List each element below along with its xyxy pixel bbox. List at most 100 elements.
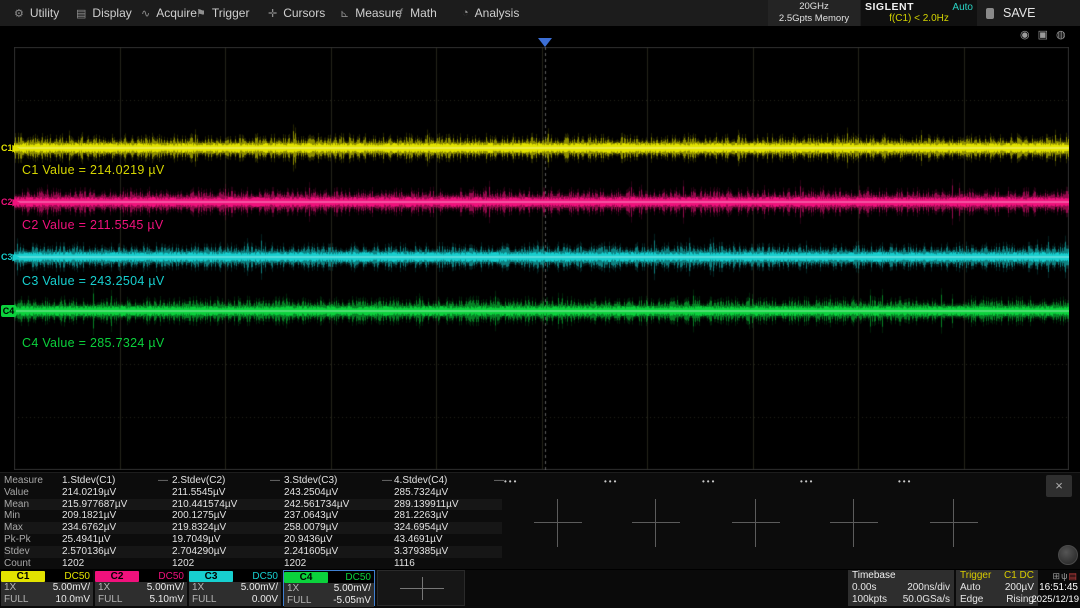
measure-slot-dots-5[interactable]: ••• bbox=[898, 477, 912, 486]
clock-time: 16:51:45 bbox=[1020, 582, 1080, 594]
timebase-label: Timebase bbox=[852, 570, 896, 582]
pkpk-c2: 19.7049µV bbox=[172, 534, 284, 546]
menu-math-label: Math bbox=[410, 6, 437, 20]
collapse-measure-2[interactable]: — bbox=[270, 475, 280, 487]
waveform-graticule bbox=[14, 47, 1069, 470]
menu-math[interactable]: ƒ Math bbox=[398, 0, 437, 26]
pkpk-c3: 20.9436µV bbox=[284, 534, 394, 546]
c3-offset: 0.00V bbox=[252, 594, 278, 606]
min-c3: 237.0643µV bbox=[284, 510, 394, 522]
measure-table: Measure 1.Stdev(C1) 2.Stdev(C2) 3.Stdev(… bbox=[4, 475, 502, 569]
measure-col-header-c3[interactable]: 3.Stdev(C3) bbox=[284, 475, 394, 487]
menu-measure[interactable]: ⊾ Measure bbox=[340, 0, 402, 26]
c2-bandwidth-limit: FULL bbox=[98, 594, 122, 606]
c3-coupling: DC50 bbox=[252, 571, 281, 582]
trigger-status-panel[interactable]: SIGLENT Auto f(C1) < 2.0Hz bbox=[861, 0, 977, 26]
menu-display[interactable]: ▤ Display bbox=[76, 0, 132, 26]
row-label-min: Min bbox=[4, 510, 62, 522]
c3-value-readout: C3 Value = 243.2504 µV bbox=[22, 274, 165, 288]
save-button[interactable]: SAVE bbox=[986, 0, 1035, 26]
camera-icon[interactable]: ◉ bbox=[1020, 28, 1030, 41]
measure-col-header-c1[interactable]: 1.Stdev(C1) bbox=[62, 475, 172, 487]
menu-utility[interactable]: ⚙ Utility bbox=[14, 0, 59, 26]
save-label: SAVE bbox=[1003, 6, 1035, 20]
top-menu-bar: ⚙ Utility ▤ Display ∿ Acquire ⚑ Trigger … bbox=[0, 0, 1080, 27]
measure-col-header-c4[interactable]: 4.Stdev(C4) bbox=[394, 475, 502, 487]
menu-acquire[interactable]: ∿ Acquire bbox=[141, 0, 197, 26]
c1-attenuation: 1X bbox=[4, 582, 16, 594]
count-c2: 1202 bbox=[172, 558, 284, 570]
add-measurement-button-1[interactable] bbox=[534, 499, 582, 547]
channel-box-c3[interactable]: C3 DC50 1X5.00mV/ FULL0.00V bbox=[189, 570, 281, 606]
collapse-measure-3[interactable]: — bbox=[382, 475, 392, 487]
speaker-icon[interactable]: ◍ bbox=[1056, 28, 1066, 41]
channel-marker-c1[interactable]: C1▶ bbox=[1, 142, 16, 154]
add-channel-button[interactable] bbox=[377, 570, 465, 606]
printer-icon: ▤ bbox=[1068, 571, 1078, 581]
scroll-knob[interactable] bbox=[1058, 545, 1078, 565]
count-c4: 1116 bbox=[394, 558, 502, 570]
fullscreen-icon[interactable]: ▣ bbox=[1038, 28, 1048, 41]
max-c2: 219.8324µV bbox=[172, 522, 284, 534]
menu-cursors[interactable]: ✛ Cursors bbox=[268, 0, 325, 26]
add-measurement-button-5[interactable] bbox=[930, 499, 978, 547]
trigger-position-marker[interactable] bbox=[538, 38, 552, 47]
timebase-points: 100kpts bbox=[852, 594, 887, 606]
stdev-c1: 2.570136µV bbox=[62, 546, 172, 558]
row-label-mean: Mean bbox=[4, 499, 62, 511]
acquire-icon: ∿ bbox=[141, 7, 150, 20]
timebase-scale: 200ns/div bbox=[907, 582, 950, 594]
trigger-flag-icon: ⚑ bbox=[196, 7, 206, 20]
c1-coupling: DC50 bbox=[64, 571, 93, 582]
trigger-type: Edge bbox=[960, 594, 983, 606]
c4-value-readout: C4 Value = 285.7324 µV bbox=[22, 336, 165, 350]
math-icon: ƒ bbox=[398, 7, 404, 19]
timebase-box[interactable]: Timebase 0.00s200ns/div 100kpts50.0GSa/s bbox=[848, 570, 954, 606]
measure-slot-dots-4[interactable]: ••• bbox=[800, 477, 814, 486]
measure-slot-dots-2[interactable]: ••• bbox=[604, 477, 618, 486]
stdev-c2: 2.704290µV bbox=[172, 546, 284, 558]
c1-vdiv: 5.00mV/ bbox=[53, 582, 90, 594]
c1-offset: 10.0mV bbox=[56, 594, 90, 606]
channel-box-c4[interactable]: C4 DC50 1X5.00mV/ FULL-5.05mV bbox=[283, 570, 375, 606]
collapse-measure-4[interactable]: — bbox=[494, 475, 504, 487]
bandwidth-memory-panel: 20GHz 2.5Gpts Memory bbox=[768, 0, 860, 26]
siglent-logo: SIGLENT bbox=[865, 1, 914, 13]
menu-cursors-label: Cursors bbox=[283, 6, 325, 20]
max-c1: 234.6762µV bbox=[62, 522, 172, 534]
channel-box-c2[interactable]: C2 DC50 1X5.00mV/ FULL5.10mV bbox=[95, 570, 187, 606]
analysis-icon: ◔ bbox=[462, 7, 469, 19]
add-measurement-button-3[interactable] bbox=[732, 499, 780, 547]
row-label-value: Value bbox=[4, 487, 62, 499]
min-c2: 200.1275µV bbox=[172, 510, 284, 522]
c4-chip: C4 bbox=[284, 572, 328, 583]
c1-chip: C1 bbox=[1, 571, 45, 582]
c2-attenuation: 1X bbox=[98, 582, 110, 594]
clock-box[interactable]: ⊞ψ▤ 16:51:45 2025/12/19 bbox=[1020, 570, 1080, 606]
status-bar: C1 DC50 1X 5.00mV/ FULL 10.0mV C2 DC50 1X5… bbox=[0, 570, 1080, 608]
channel-box-c1[interactable]: C1 DC50 1X5.00mV/ FULL10.0mV bbox=[1, 570, 93, 606]
add-measurement-button-4[interactable] bbox=[830, 499, 878, 547]
channel-marker-c3[interactable]: C3▶ bbox=[1, 251, 16, 263]
display-icon: ▤ bbox=[76, 7, 86, 20]
channel-marker-c4[interactable]: C4 bbox=[1, 305, 16, 317]
c3-bandwidth-limit: FULL bbox=[192, 594, 216, 606]
c4-bandwidth-limit: FULL bbox=[287, 595, 311, 607]
collapse-measure-1[interactable]: — bbox=[158, 475, 168, 487]
row-label-stdev: Stdev bbox=[4, 546, 62, 558]
measure-slot-dots-3[interactable]: ••• bbox=[702, 477, 716, 486]
menu-analysis[interactable]: ◔ Analysis bbox=[462, 0, 519, 26]
measure-panel: Measure 1.Stdev(C1) 2.Stdev(C2) 3.Stdev(… bbox=[0, 472, 1080, 569]
measure-slot-dots-1[interactable]: ••• bbox=[504, 477, 518, 486]
measure-col-header-c2[interactable]: 2.Stdev(C2) bbox=[172, 475, 284, 487]
channel-marker-c2[interactable]: C2▶ bbox=[1, 196, 16, 208]
add-measurement-button-2[interactable] bbox=[632, 499, 680, 547]
count-c3: 1202 bbox=[284, 558, 394, 570]
close-measure-panel-button[interactable]: × bbox=[1046, 475, 1072, 497]
menu-measure-label: Measure bbox=[355, 6, 402, 20]
c2-chip: C2 bbox=[95, 571, 139, 582]
value-c3: 243.2504µV bbox=[284, 487, 394, 499]
timebase-delay: 0.00s bbox=[852, 582, 876, 594]
waveform-toolbar: ◉ ▣ ◍ bbox=[1020, 28, 1066, 41]
menu-trigger[interactable]: ⚑ Trigger bbox=[196, 0, 249, 26]
